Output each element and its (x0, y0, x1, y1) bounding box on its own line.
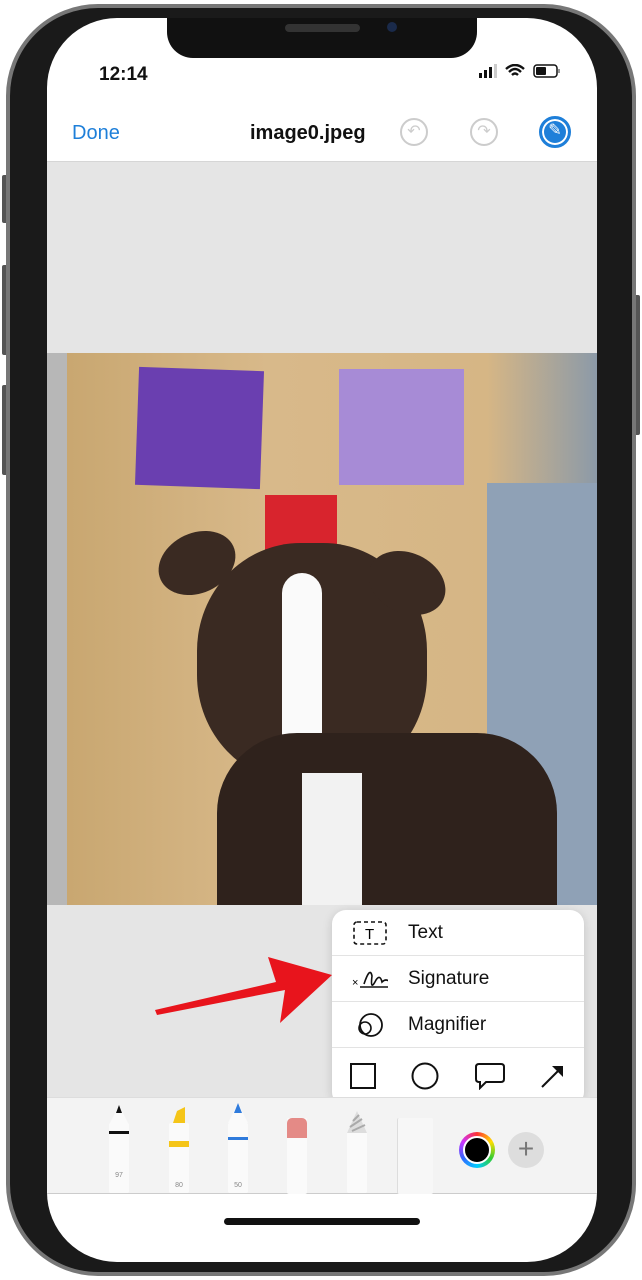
red-arrow-annotation (155, 957, 332, 1023)
